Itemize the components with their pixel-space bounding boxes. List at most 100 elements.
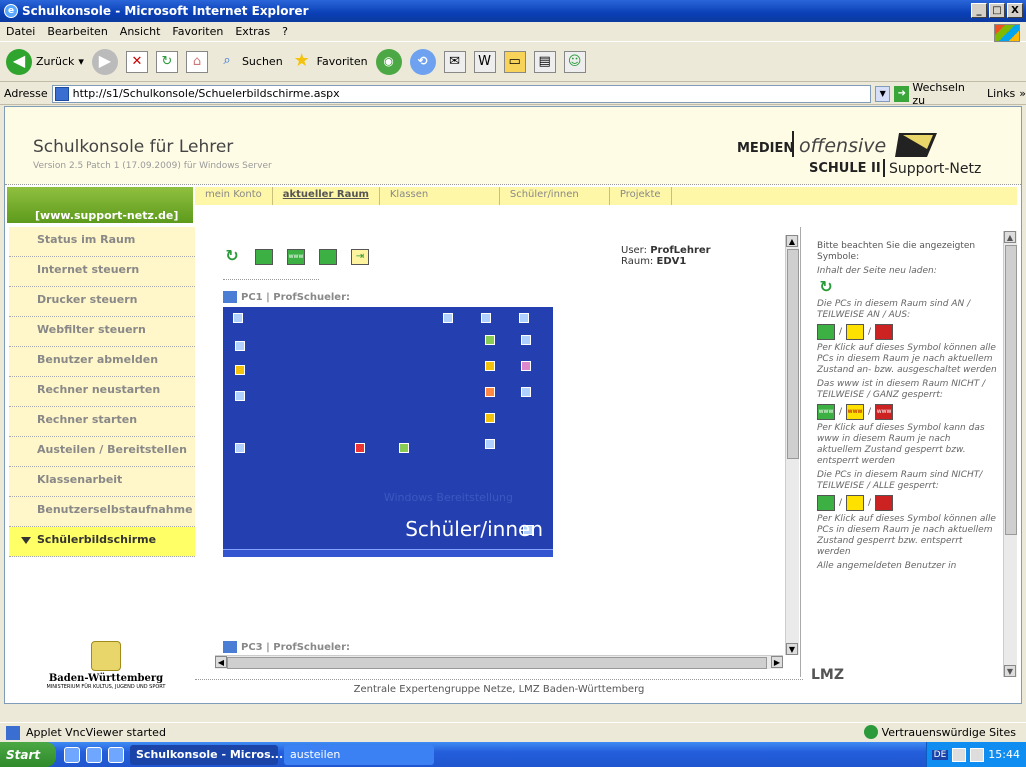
- forward-button[interactable]: ▶: [91, 48, 118, 75]
- minimize-button[interactable]: _: [971, 3, 987, 18]
- pc3-label: PC3 | ProfSchueler:: [223, 641, 350, 653]
- version-text: Version 2.5 Patch 1 (17.09.2009) für Win…: [33, 161, 272, 171]
- pc-icon: [223, 291, 237, 303]
- scroll-up-icon[interactable]: ▲: [1004, 231, 1016, 243]
- menu-ansicht[interactable]: Ansicht: [120, 25, 161, 38]
- sidebar-item-drucker[interactable]: Drucker steuern: [9, 287, 195, 317]
- back-button[interactable]: ◀ Zurück ▾: [6, 48, 84, 75]
- tab-projekte[interactable]: Projekte: [610, 187, 672, 205]
- home-button[interactable]: ⌂: [185, 50, 208, 73]
- bw-name: Baden-Württemberg: [48, 673, 164, 684]
- separator: /: [839, 497, 843, 508]
- start-button[interactable]: Start: [0, 742, 56, 767]
- content-vertical-scrollbar[interactable]: ▲ ▼: [785, 235, 799, 655]
- content-horizontal-scrollbar[interactable]: ◀ ▶: [215, 655, 783, 669]
- tab-mein-konto[interactable]: mein Konto: [195, 187, 273, 205]
- mail-button[interactable]: ✉: [443, 50, 466, 73]
- page-icon: [6, 725, 20, 740]
- desktop-icon: [521, 387, 531, 397]
- maximize-button[interactable]: □: [989, 3, 1005, 18]
- task-schulkonsole[interactable]: Schulkonsole - Micros...: [130, 744, 283, 765]
- window-titlebar[interactable]: e Schulkonsole - Microsoft Internet Expl…: [0, 0, 1026, 22]
- system-tray: DE 15:44: [926, 742, 1026, 767]
- sidebar-item-klassenarbeit[interactable]: Klassenarbeit: [9, 467, 195, 497]
- research-button[interactable]: ▤: [533, 50, 556, 73]
- desktop-icon: [481, 313, 491, 323]
- screen-watermark: Schüler/innen: [405, 517, 543, 541]
- favorites-button[interactable]: ★ Favoriten: [291, 50, 368, 73]
- search-button[interactable]: ⌕ Suchen: [216, 51, 282, 73]
- links-chevron-icon[interactable]: »: [1019, 87, 1026, 100]
- tab-schueler[interactable]: Schüler/innen: [500, 187, 610, 205]
- go-button[interactable]: ➜ Wechseln zu: [894, 81, 977, 107]
- tab-aktueller-raum[interactable]: aktueller Raum: [273, 187, 380, 205]
- address-label: Adresse: [4, 87, 48, 100]
- desktop-icon: [235, 443, 245, 453]
- menu-help[interactable]: ?: [282, 25, 288, 38]
- taskbar: Start Schulkonsole - Micros... austeilen…: [0, 742, 1026, 767]
- help-scrollbar[interactable]: ▲ ▼: [1003, 231, 1017, 677]
- sidebar-item-starten[interactable]: Rechner starten: [9, 407, 195, 437]
- room-value: EDV1: [656, 256, 687, 267]
- sidebar-item-neustarten[interactable]: Rechner neustarten: [9, 377, 195, 407]
- close-button[interactable]: X: [1007, 3, 1023, 18]
- menu-datei[interactable]: Datei: [6, 25, 35, 38]
- media-launch-icon[interactable]: [108, 746, 124, 763]
- desktop-launch-icon[interactable]: [86, 746, 102, 763]
- ie-launch-icon[interactable]: [64, 746, 80, 763]
- sidebar-item-schuelerbildschirme[interactable]: Schülerbildschirme: [9, 527, 195, 557]
- status-text: Applet VncViewer started: [26, 726, 166, 739]
- brand-box[interactable]: [www.support-netz.de]: [7, 187, 193, 223]
- stop-button[interactable]: ✕: [125, 50, 148, 73]
- sidebar-item-webfilter[interactable]: Webfilter steuern: [9, 317, 195, 347]
- scroll-down-icon[interactable]: ▼: [786, 643, 798, 655]
- messenger-button[interactable]: ☺: [563, 50, 586, 73]
- sidebar-item-internet[interactable]: Internet steuern: [9, 257, 195, 287]
- tab-klassen[interactable]: Klassen: [380, 187, 500, 205]
- sidebar-item-abmelden[interactable]: Benutzer abmelden: [9, 347, 195, 377]
- scroll-thumb[interactable]: [227, 657, 767, 669]
- edit-button[interactable]: W: [473, 50, 496, 73]
- address-dropdown-icon[interactable]: ▼: [875, 85, 891, 102]
- www-lock-icon[interactable]: www: [287, 249, 305, 265]
- refresh-button[interactable]: ↻: [155, 50, 178, 73]
- sidebar-item-status[interactable]: Status im Raum: [9, 227, 195, 257]
- main-content: ↻ www ⇥ User: ProfLehrer Raum: EDV1 PC1 …: [201, 227, 801, 677]
- pc-power-icon[interactable]: [255, 249, 273, 265]
- menu-extras[interactable]: Extras: [235, 25, 270, 38]
- tray-icon[interactable]: [952, 747, 967, 762]
- pc-partial-icon: [846, 324, 865, 340]
- pc1-label-text: PC1 | ProfSchueler:: [241, 291, 351, 303]
- task-austeilen[interactable]: austeilen: [284, 744, 434, 765]
- folder-button[interactable]: ▭: [503, 50, 526, 73]
- back-dropdown-icon[interactable]: ▾: [78, 55, 84, 68]
- history-button[interactable]: ⟲: [409, 48, 436, 75]
- media-button[interactable]: ◉: [375, 48, 402, 75]
- address-input[interactable]: http://s1/Schulkonsole/Schuelerbildschir…: [51, 84, 872, 103]
- top-navigation: [www.support-netz.de] mein Konto aktuell…: [5, 187, 1021, 223]
- pc1-screen[interactable]: Windows Bereitstellung Schüler/innen: [223, 307, 553, 557]
- bw-ministry: MINISTERIUM FÜR KULTUS, JUGEND UND SPORT: [46, 684, 166, 690]
- user-label: User:: [621, 245, 647, 256]
- desktop-icon: [519, 313, 529, 323]
- logout-users-icon[interactable]: ⇥: [351, 249, 369, 265]
- menu-favoriten[interactable]: Favoriten: [172, 25, 223, 38]
- scroll-left-icon[interactable]: ◀: [215, 656, 227, 668]
- pc-icon: [223, 641, 237, 653]
- user-info: User: ProfLehrer Raum: EDV1: [621, 245, 711, 267]
- language-indicator[interactable]: DE: [931, 749, 949, 760]
- refresh-page-icon[interactable]: ↻: [223, 248, 241, 265]
- pc-lock-icon[interactable]: [319, 249, 337, 265]
- menu-bearbeiten[interactable]: Bearbeiten: [47, 25, 107, 38]
- scroll-down-icon[interactable]: ▼: [1004, 665, 1016, 677]
- scroll-thumb[interactable]: [1005, 245, 1017, 535]
- scroll-up-icon[interactable]: ▲: [786, 235, 798, 247]
- sidebar-item-austeilen[interactable]: Austeilen / Bereitstellen: [9, 437, 195, 467]
- vnc-tray-icon[interactable]: [970, 747, 985, 762]
- help-logout: Alle angemeldeten Benutzer in: [817, 561, 957, 571]
- links-button[interactable]: Links: [987, 87, 1015, 100]
- back-arrow-icon: ◀: [6, 48, 32, 75]
- scroll-right-icon[interactable]: ▶: [771, 656, 783, 668]
- scroll-thumb[interactable]: [787, 249, 799, 459]
- sidebar-item-selbstaufnahme[interactable]: Benutzerselbstaufnahme: [9, 497, 195, 527]
